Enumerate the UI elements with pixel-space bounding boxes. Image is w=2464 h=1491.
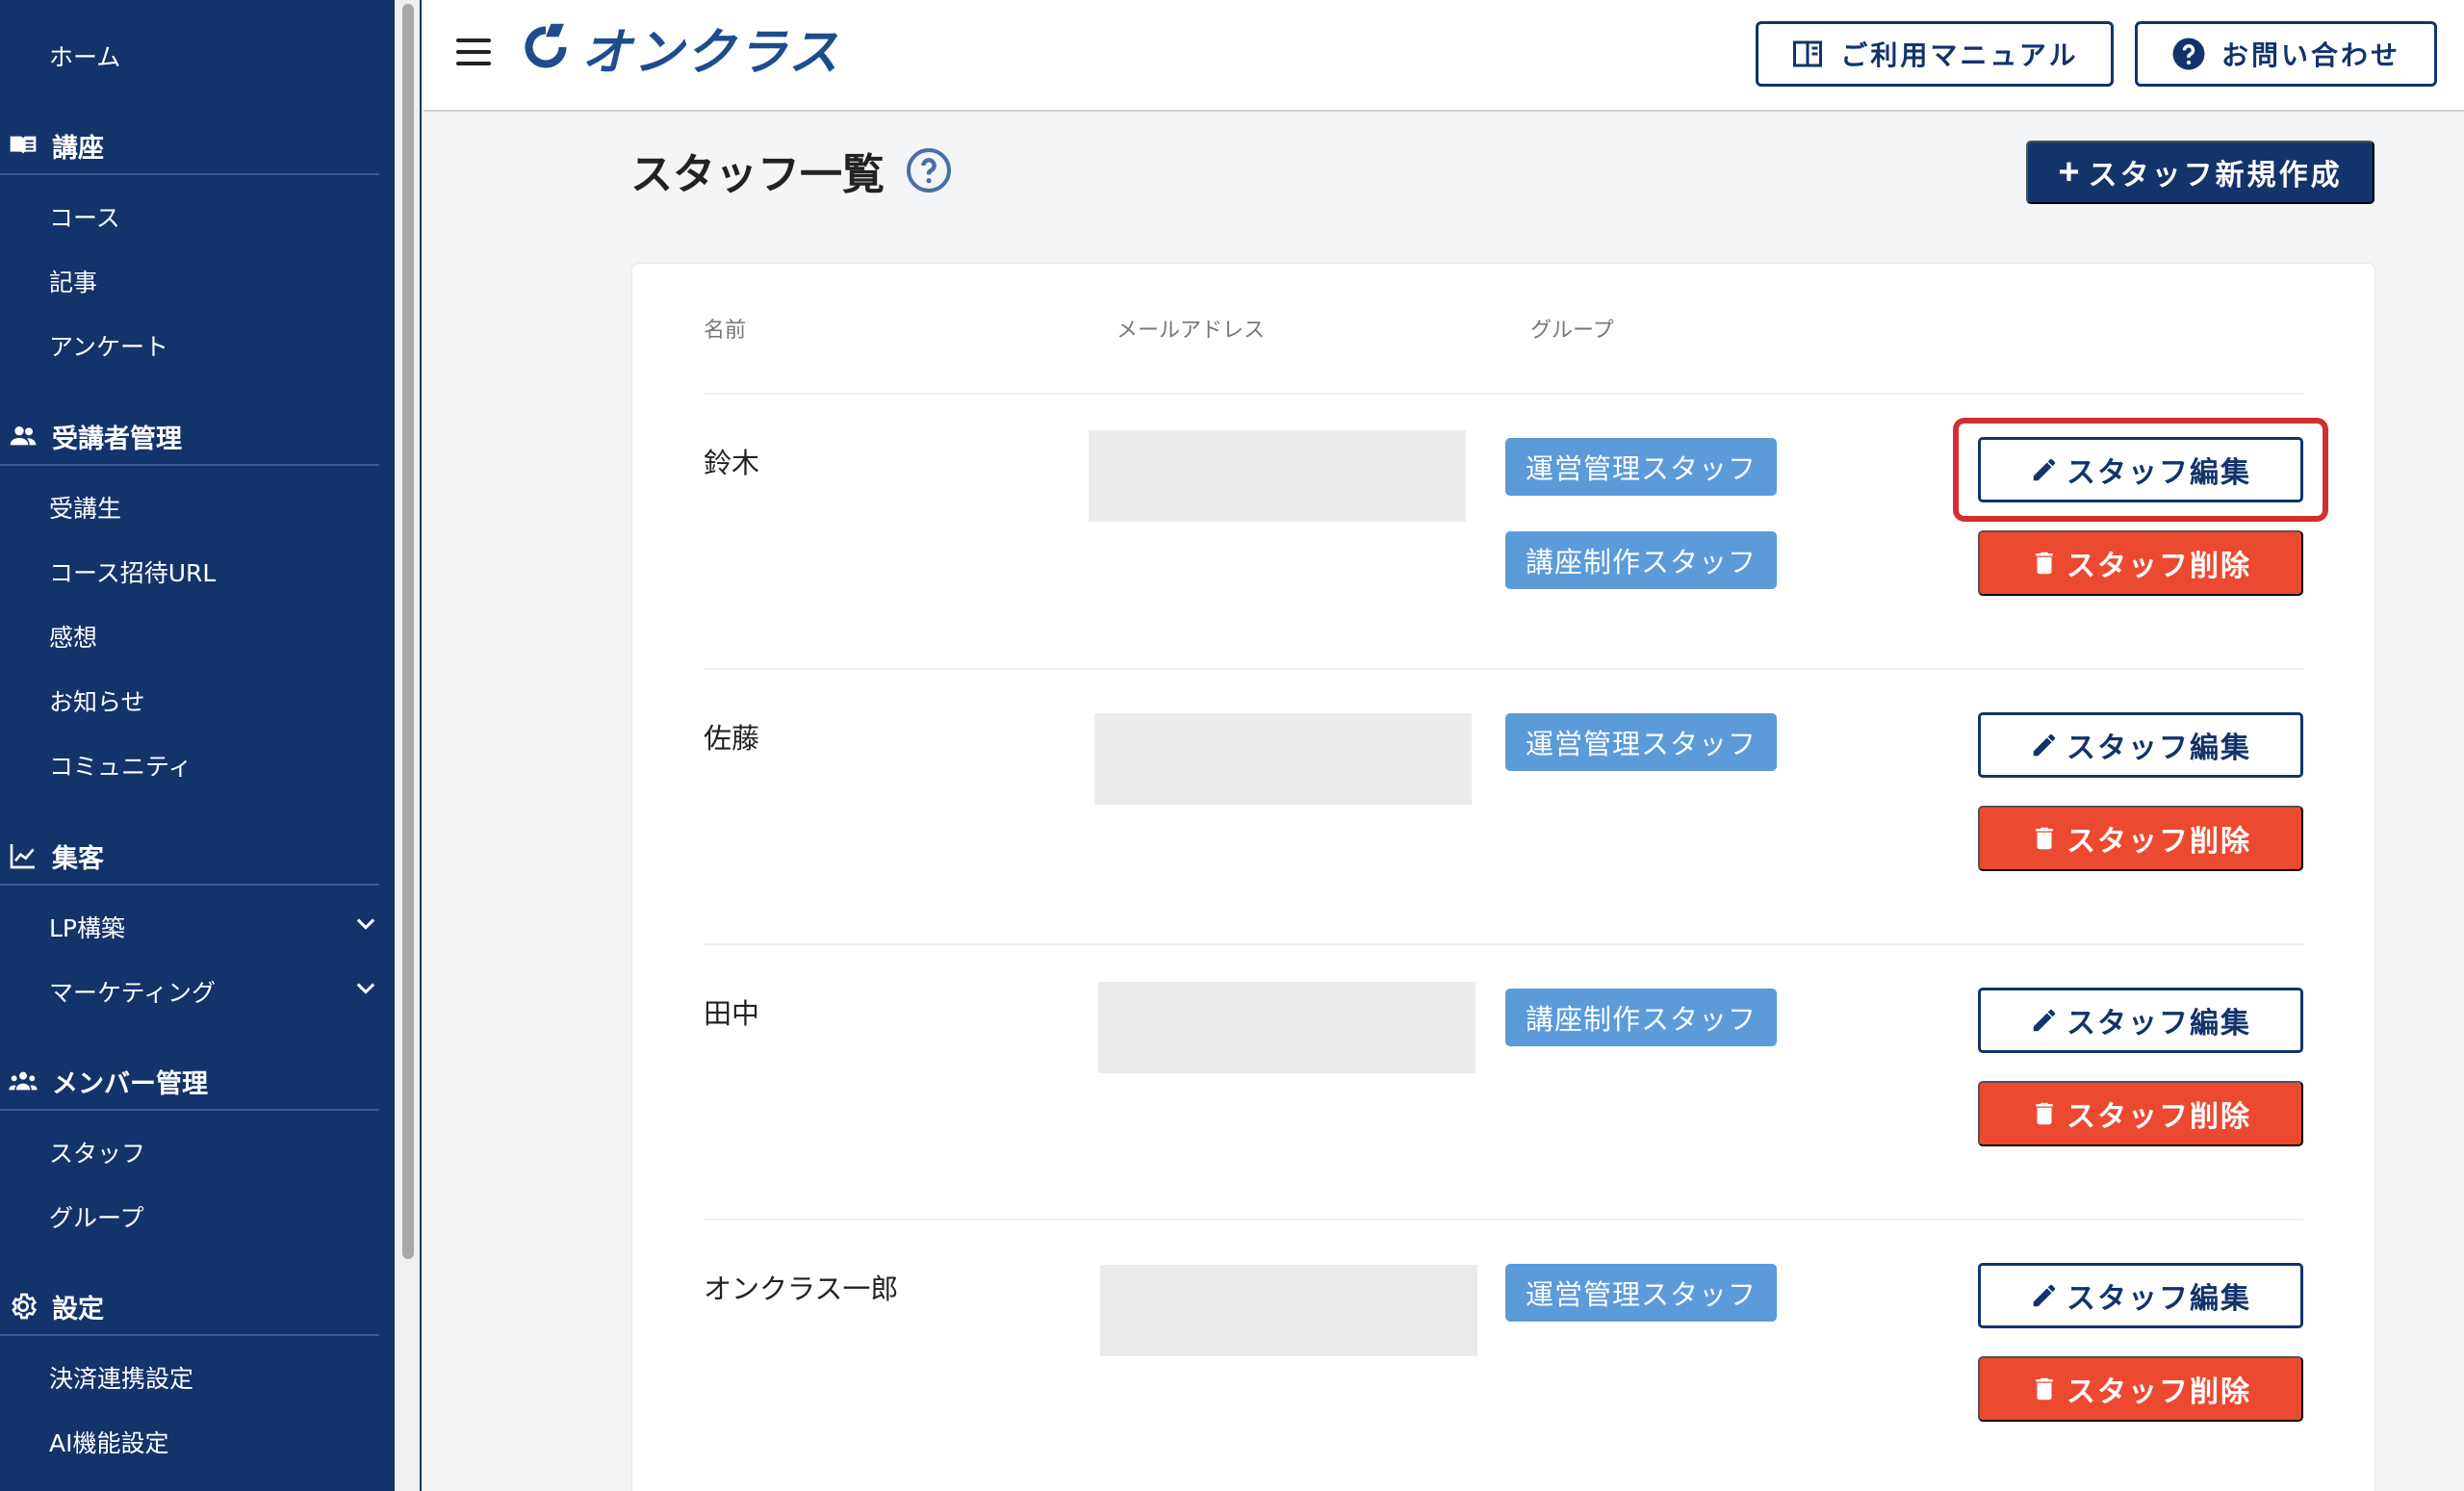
group-tag: 講座制作スタッフ <box>1505 989 1777 1046</box>
pencil-icon <box>2033 1284 2056 1307</box>
plus-icon: + <box>2058 151 2083 193</box>
sidebar-section-courses: 講座 <box>0 117 379 175</box>
edit-staff-button[interactable]: スタッフ編集 <box>1978 712 2303 778</box>
sidebar-item-home[interactable]: ホーム <box>49 39 120 73</box>
manual-button[interactable]: ご利用マニュアル <box>1756 21 2114 87</box>
sidebar-section-title: 集客 <box>52 843 104 874</box>
sidebar-item-label: LP構築 <box>49 914 126 942</box>
group-tag: 講座制作スタッフ <box>1505 531 1777 589</box>
edit-staff-label: スタッフ編集 <box>2066 733 2251 764</box>
book-icon <box>2 124 44 167</box>
sidebar-item-group[interactable]: グループ <box>49 1199 144 1234</box>
edit-staff-button[interactable]: スタッフ編集 <box>1978 988 2303 1053</box>
book-open-icon <box>1793 40 1823 67</box>
staff-name: オンクラス一郎 <box>704 1272 899 1305</box>
sidebar-section-title: メンバー管理 <box>52 1068 208 1099</box>
row-divider <box>704 668 2303 670</box>
question-circle-icon <box>2172 38 2205 70</box>
staff-name: 田中 <box>704 997 760 1030</box>
sidebar-item-marketing[interactable]: マーケティング <box>49 974 379 1009</box>
trash-icon <box>2036 1102 2053 1125</box>
sidebar-item-students[interactable]: 受講生 <box>49 490 121 525</box>
sidebar-item-lp-builder[interactable]: LP構築 <box>49 910 379 944</box>
chevron-down-icon <box>356 983 375 994</box>
email-redacted <box>1089 430 1466 522</box>
column-header-email: メールアドレス <box>1116 319 1266 343</box>
sidebar-section-settings: 設定 <box>0 1278 379 1336</box>
pencil-icon <box>2033 733 2056 757</box>
sidebar-item-feedback[interactable]: 感想 <box>49 619 97 654</box>
sidebar-section-title: 講座 <box>52 133 104 164</box>
sidebar-item-article[interactable]: 記事 <box>49 264 97 298</box>
people-icon <box>2 415 44 457</box>
row-divider <box>704 393 2303 395</box>
column-header-name: 名前 <box>704 319 747 343</box>
delete-staff-button[interactable]: スタッフ削除 <box>1978 806 2303 871</box>
delete-staff-button[interactable]: スタッフ削除 <box>1978 1081 2303 1146</box>
sidebar: ホーム 講座 コース 記事 アンケート 受講者管理 受講生 コース招待URL 感… <box>0 0 395 1491</box>
gear-icon <box>2 1285 44 1327</box>
sidebar-item-payment-settings[interactable]: 決済連携設定 <box>49 1360 193 1395</box>
delete-staff-button[interactable]: スタッフ削除 <box>1978 1356 2303 1422</box>
help-icon[interactable] <box>906 147 952 193</box>
scrollbar-thumb[interactable] <box>402 4 414 1259</box>
page-title: スタッフ一覧 <box>630 140 952 201</box>
delete-staff-button[interactable]: スタッフ削除 <box>1978 530 2303 596</box>
sidebar-section-members: メンバー管理 <box>0 1053 379 1111</box>
sidebar-item-label: マーケティング <box>49 979 217 1007</box>
line-chart-icon <box>2 835 44 877</box>
create-staff-button[interactable]: + スタッフ新規作成 <box>2026 141 2374 204</box>
sidebar-item-community[interactable]: コミュニティ <box>49 748 192 783</box>
sidebar-section-marketing: 集客 <box>0 828 379 886</box>
highlight-annotation <box>1953 418 2328 522</box>
sidebar-item-ai-settings[interactable]: AI機能設定 <box>49 1425 168 1459</box>
chevron-down-icon <box>356 918 375 930</box>
edit-staff-label: スタッフ編集 <box>2066 1008 2251 1040</box>
manual-button-label: ご利用マニュアル <box>1840 40 2079 70</box>
sidebar-item-course[interactable]: コース <box>49 199 120 234</box>
sidebar-item-invite-url[interactable]: コース招待URL <box>49 554 216 589</box>
page-title-text: スタッフ一覧 <box>630 150 885 199</box>
column-header-group: グループ <box>1530 319 1614 343</box>
staff-name: 鈴木 <box>704 447 760 479</box>
pencil-icon <box>2033 1009 2056 1032</box>
email-redacted <box>1094 713 1472 805</box>
sidebar-item-survey[interactable]: アンケート <box>49 328 168 363</box>
group-icon <box>2 1060 44 1102</box>
logo-mark-icon <box>525 23 567 68</box>
email-redacted <box>1098 982 1476 1073</box>
sidebar-section-title: 受講者管理 <box>52 424 182 454</box>
hamburger-menu-icon[interactable] <box>456 39 491 67</box>
sidebar-item-staff[interactable]: スタッフ <box>49 1135 145 1170</box>
delete-staff-label: スタッフ削除 <box>2066 551 2251 582</box>
edit-staff-label: スタッフ編集 <box>2066 1283 2251 1315</box>
sidebar-scrollbar[interactable] <box>395 0 422 1491</box>
sidebar-section-learners: 受講者管理 <box>0 408 379 466</box>
sidebar-item-notices[interactable]: お知らせ <box>49 683 145 718</box>
group-tag: 運営管理スタッフ <box>1505 713 1777 771</box>
trash-icon <box>2036 552 2053 575</box>
row-divider <box>704 943 2303 945</box>
delete-staff-label: スタッフ削除 <box>2066 1101 2251 1133</box>
header: オンクラス ご利用マニュアル お問い合わせ <box>424 0 2464 112</box>
delete-staff-label: スタッフ削除 <box>2066 1376 2251 1408</box>
create-staff-label: スタッフ新規作成 <box>2088 160 2343 192</box>
group-tag: 運営管理スタッフ <box>1505 438 1777 496</box>
logo[interactable]: オンクラス <box>520 17 840 82</box>
group-tag: 運営管理スタッフ <box>1505 1264 1777 1322</box>
row-divider <box>704 1219 2303 1221</box>
sidebar-section-title: 設定 <box>52 1294 104 1324</box>
contact-button[interactable]: お問い合わせ <box>2135 21 2437 87</box>
email-redacted <box>1100 1265 1477 1356</box>
edit-staff-button[interactable]: スタッフ編集 <box>1978 1263 2303 1328</box>
delete-staff-label: スタッフ削除 <box>2066 826 2251 858</box>
staff-name: 佐藤 <box>704 722 760 755</box>
logo-text: オンクラス <box>581 23 840 82</box>
contact-button-label: お問い合わせ <box>2220 40 2400 70</box>
trash-icon <box>2036 827 2053 850</box>
trash-icon <box>2036 1377 2053 1401</box>
